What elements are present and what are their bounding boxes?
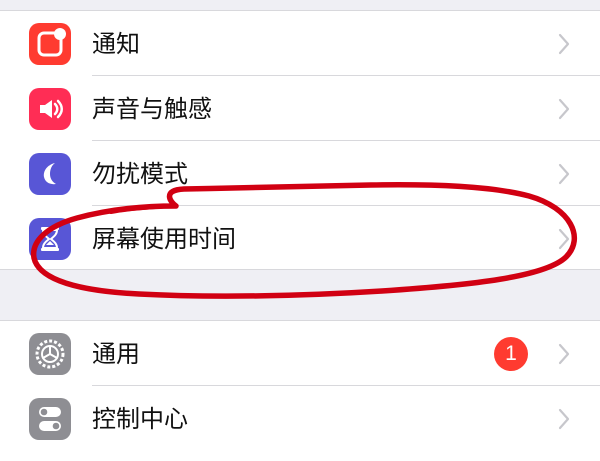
settings-row-sound[interactable]: 声音与触感 bbox=[0, 76, 600, 141]
settings-row-screen-time[interactable]: 屏幕使用时间 bbox=[0, 206, 600, 271]
hourglass-icon bbox=[29, 217, 71, 260]
chevron-right-icon bbox=[556, 97, 572, 121]
settings-row-control-center[interactable]: 控制中心 bbox=[0, 386, 600, 451]
sound-icon bbox=[29, 87, 71, 130]
chevron-right-icon bbox=[556, 162, 572, 186]
notification-badge: 1 bbox=[494, 336, 528, 371]
settings-item-label: 通知 bbox=[92, 29, 140, 58]
settings-group-1: 通知 声音与触感 勿扰模式 屏幕使用时间 bbox=[0, 10, 600, 270]
settings-item-label: 控制中心 bbox=[92, 404, 188, 433]
settings-item-label: 屏幕使用时间 bbox=[92, 224, 236, 253]
settings-item-label: 勿扰模式 bbox=[92, 159, 188, 188]
settings-row-general[interactable]: 通用 1 bbox=[0, 321, 600, 386]
chevron-right-icon bbox=[556, 227, 572, 251]
gear-icon bbox=[29, 332, 71, 375]
toggles-icon bbox=[29, 397, 71, 440]
chevron-right-icon bbox=[556, 32, 572, 56]
settings-row-notifications[interactable]: 通知 bbox=[0, 11, 600, 76]
notifications-icon bbox=[29, 22, 71, 65]
chevron-right-icon bbox=[556, 342, 572, 366]
settings-group-2: 通用 1 控制中心 bbox=[0, 320, 600, 461]
chevron-right-icon bbox=[556, 407, 572, 431]
settings-item-label: 声音与触感 bbox=[92, 94, 212, 123]
settings-item-label: 通用 bbox=[92, 339, 140, 368]
moon-icon bbox=[29, 152, 71, 195]
settings-row-do-not-disturb[interactable]: 勿扰模式 bbox=[0, 141, 600, 206]
